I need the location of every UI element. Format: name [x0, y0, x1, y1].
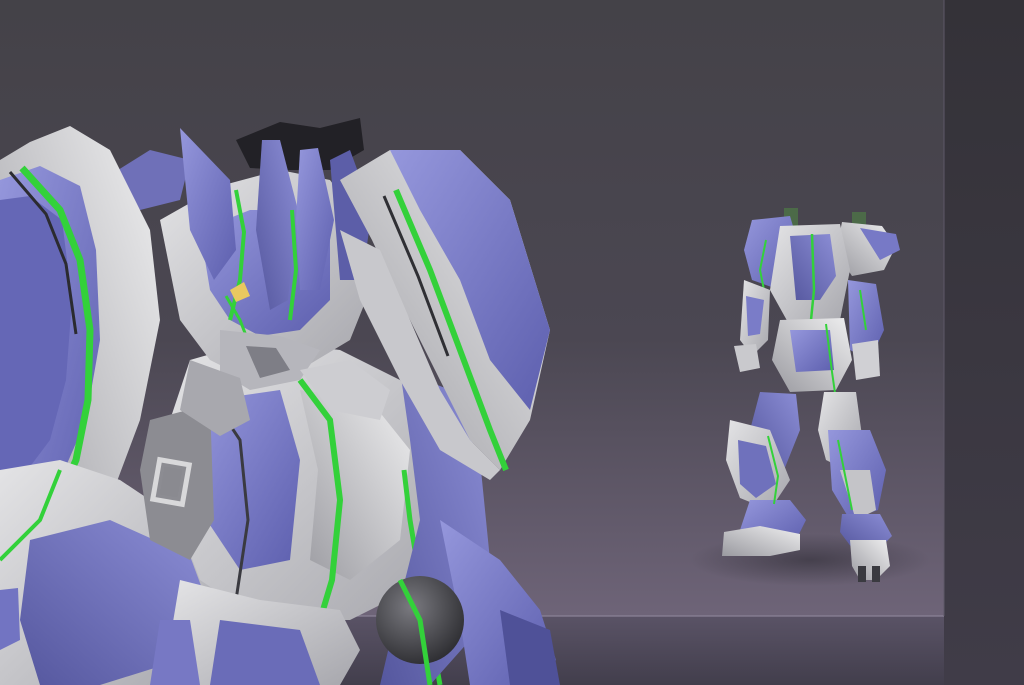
render-canvas — [0, 0, 1024, 685]
robot-closeup — [0, 118, 560, 685]
render-viewport — [0, 0, 1024, 685]
backdrop-right-wall — [944, 0, 1024, 685]
